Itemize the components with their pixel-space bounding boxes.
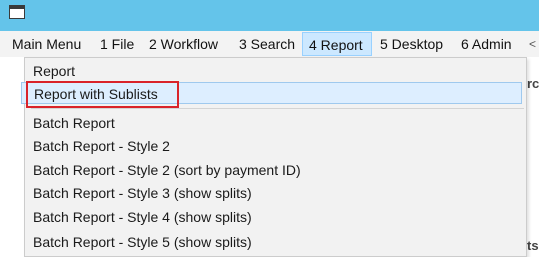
menu-option-batch-report-style-2-sort[interactable]: Batch Report - Style 2 (sort by payment …	[33, 159, 301, 181]
menu-option-batch-report-style-5[interactable]: Batch Report - Style 5 (show splits)	[33, 231, 252, 253]
menu-option-batch-report-style-4[interactable]: Batch Report - Style 4 (show splits)	[33, 206, 252, 228]
menu-file[interactable]: 1 File	[100, 32, 134, 56]
menu-search[interactable]: 3 Search	[239, 32, 295, 56]
menu-option-batch-report-style-3[interactable]: Batch Report - Style 3 (show splits)	[33, 182, 252, 204]
menu-workflow[interactable]: 2 Workflow	[149, 32, 218, 56]
background-text-fragment: rc	[527, 76, 539, 91]
menu-option-batch-report-style-2[interactable]: Batch Report - Style 2	[33, 135, 170, 157]
menu-overflow-chevron-icon[interactable]: <	[529, 32, 536, 56]
menu-option-batch-report[interactable]: Batch Report	[33, 112, 115, 134]
menu-separator	[31, 108, 524, 109]
title-bar	[0, 0, 539, 31]
menu-main-menu[interactable]: Main Menu	[12, 32, 81, 56]
menu-report[interactable]: 4 Report	[302, 32, 372, 56]
menu-bar: Main Menu 1 File 2 Workflow 3 Search 4 R…	[0, 31, 539, 57]
menu-desktop[interactable]: 5 Desktop	[380, 32, 443, 56]
menu-option-report[interactable]: Report	[33, 60, 75, 82]
annotation-highlight-box	[26, 81, 179, 108]
background-text-fragment: ts	[527, 238, 539, 253]
menu-admin[interactable]: 6 Admin	[461, 32, 512, 56]
app-window-icon[interactable]	[9, 5, 25, 19]
